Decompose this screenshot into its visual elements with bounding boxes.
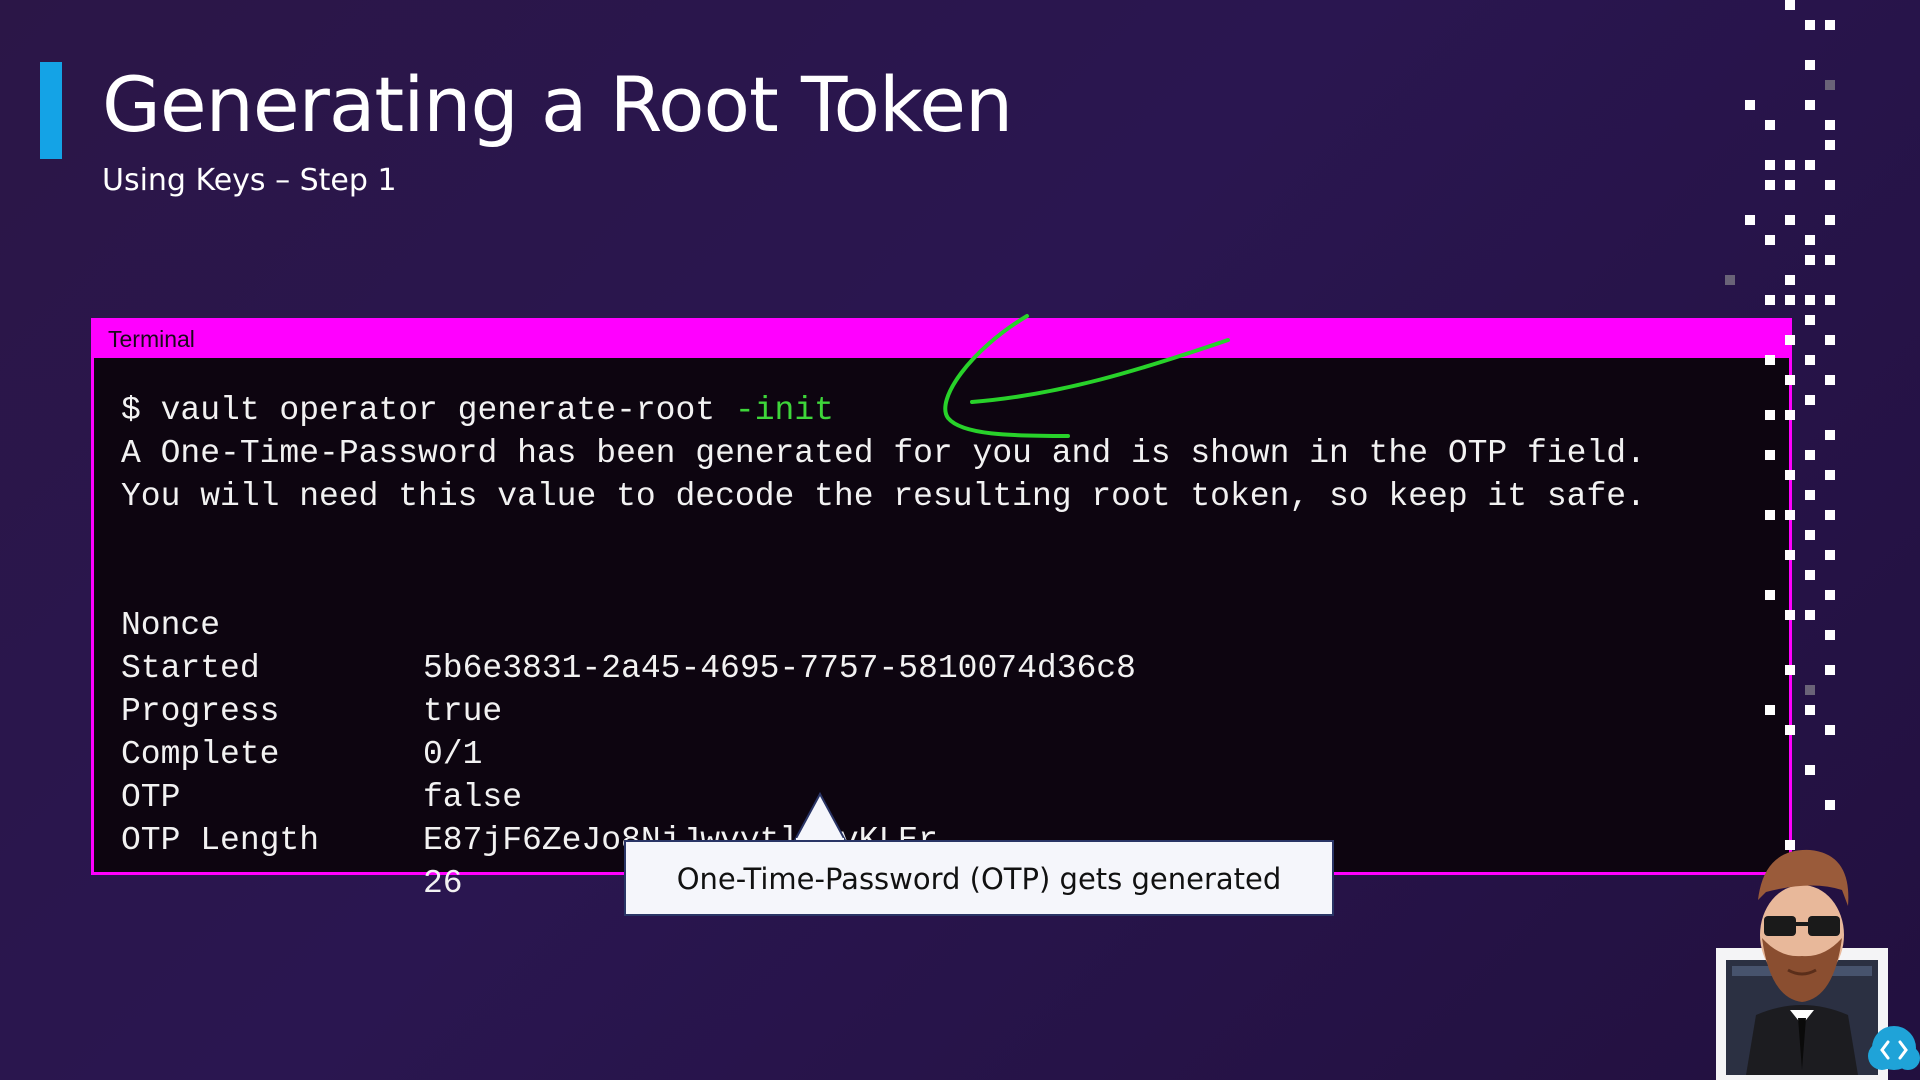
init-flag: -init (734, 392, 834, 429)
slide-subtitle: Using Keys – Step 1 (102, 163, 397, 198)
field-value: 26 (423, 865, 463, 902)
output-line-1: A One-Time-Password has been generated f… (121, 435, 1646, 472)
terminal-titlebar: Terminal (94, 321, 1789, 358)
otp-callout: One-Time-Password (OTP) gets generated (624, 840, 1334, 916)
callout-text: One-Time-Password (OTP) gets generated (676, 862, 1282, 896)
terminal-title: Terminal (108, 326, 195, 352)
output-line-2: You will need this value to decode the r… (121, 478, 1646, 515)
terminal-window: Terminal $ vault operator generate-root … (91, 318, 1792, 902)
command-line: $ vault operator generate-root -init (121, 389, 834, 432)
slide-title: Generating a Root Token (102, 60, 1013, 149)
bearded-developer-avatar-icon (1716, 849, 1920, 1080)
callout-pointer-icon (792, 792, 848, 844)
field-key: OTP Length (121, 822, 320, 859)
title-accent-bar (40, 62, 62, 159)
command-text: $ vault operator generate-root (121, 392, 735, 429)
